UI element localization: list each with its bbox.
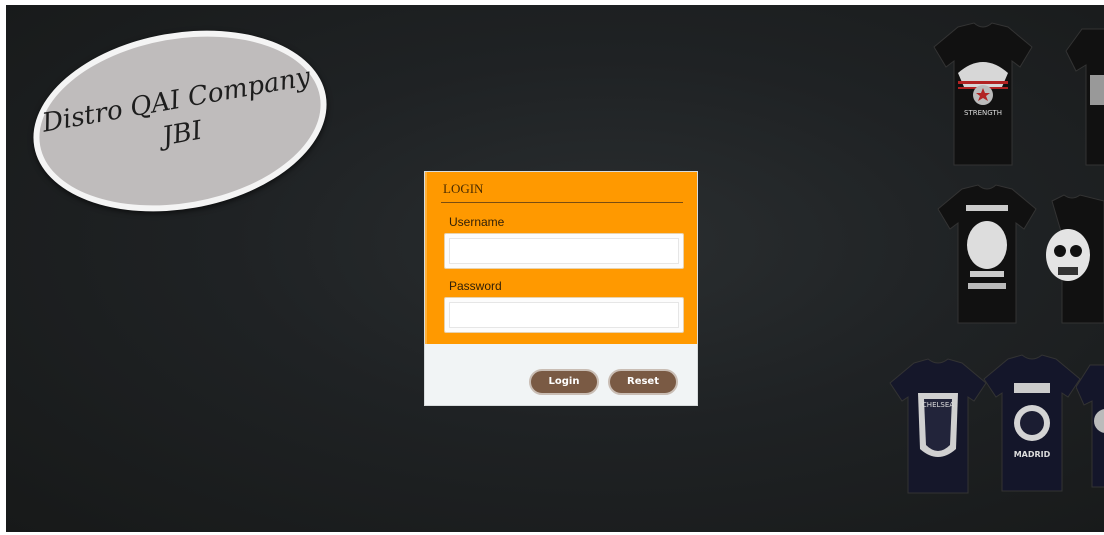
shirt-print: CHELSEA: [922, 401, 954, 409]
login-form-area: LOGIN Username Password: [425, 172, 697, 344]
tshirt-image: [1046, 194, 1104, 324]
madrid-shirt: MADRID: [982, 353, 1082, 495]
partial-shirt-2: [1076, 361, 1104, 491]
title-divider: [441, 202, 683, 203]
logo-text: Distro QAI Company JBI: [34, 59, 325, 175]
login-button[interactable]: Login: [529, 369, 599, 395]
partial-shirt-1: [1062, 25, 1104, 169]
login-panel: LOGIN Username Password Login Reset: [424, 171, 698, 406]
company-logo: Distro QAI Company JBI: [18, 8, 342, 234]
chelsea-shirt: CHELSEA: [888, 357, 988, 497]
skull-shirt: [932, 183, 1042, 327]
skull-print-shirt: [1034, 191, 1104, 327]
username-label: Username: [449, 215, 505, 229]
password-input[interactable]: [444, 297, 684, 333]
username-input[interactable]: [444, 233, 684, 269]
tshirt-image: [1065, 28, 1104, 166]
tshirt-image: [1076, 364, 1104, 488]
login-title: LOGIN: [443, 181, 484, 196]
password-label: Password: [449, 279, 502, 293]
tshirt-image: CHELSEA: [889, 358, 987, 494]
login-actions: Login Reset: [425, 344, 697, 406]
tshirt-image: STRENGTH: [933, 22, 1033, 166]
shirt-print: MADRID: [1014, 450, 1051, 459]
page-background: Distro QAI Company JBI LOGIN Username Pa…: [6, 5, 1104, 532]
tshirt-image: [937, 184, 1037, 324]
tshirt-image: MADRID: [983, 354, 1081, 492]
eagle-strength-shirt: STRENGTH: [928, 21, 1038, 169]
shirt-print: STRENGTH: [964, 109, 1002, 117]
reset-button[interactable]: Reset: [608, 369, 678, 395]
